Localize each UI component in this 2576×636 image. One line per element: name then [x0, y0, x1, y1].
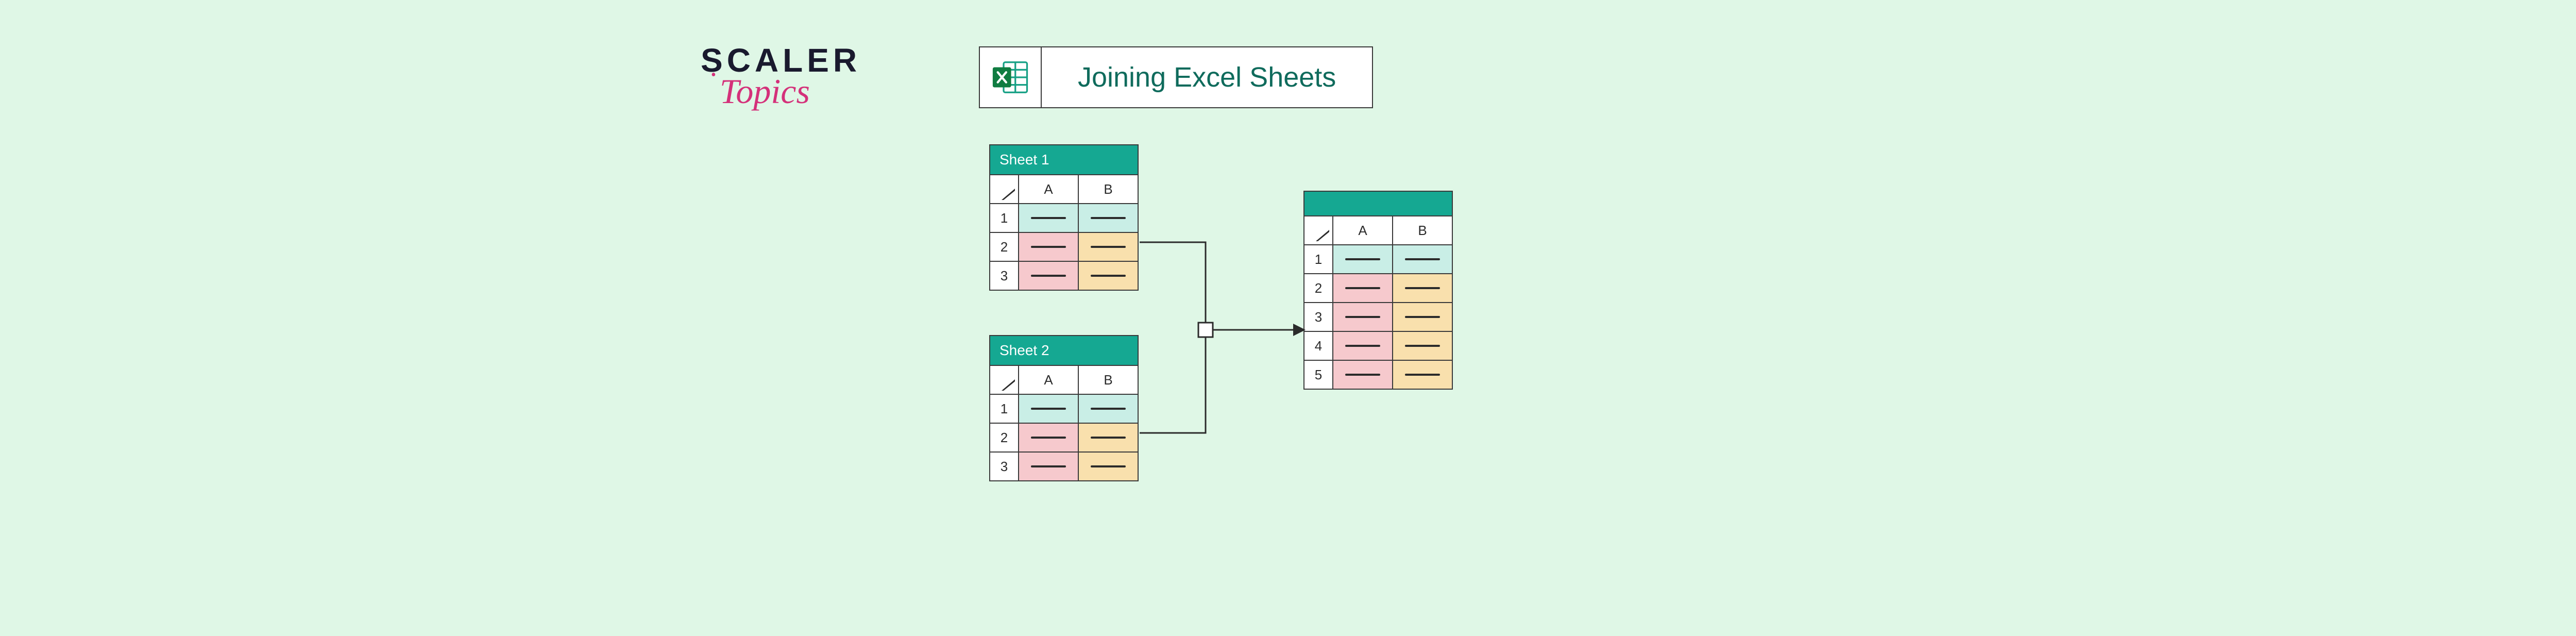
sheet2-col-B: B	[1078, 365, 1138, 394]
input-sheet-1: Sheet 1 AB 123	[989, 144, 1139, 291]
result-r5-A	[1332, 360, 1392, 389]
result-r1-B	[1392, 244, 1452, 273]
scaler-topics-logo: SCALER Topics	[701, 41, 907, 112]
sheet2-rownum-2: 2	[990, 423, 1018, 451]
sheet1-rownum-3: 3	[990, 261, 1018, 290]
corner-cell	[990, 174, 1018, 203]
diagram-title: Joining Excel Sheets	[1042, 47, 1372, 107]
sheet-1-grid: AB 123	[990, 174, 1138, 290]
sheet2-r1-B	[1078, 394, 1138, 423]
result-rownum-4: 4	[1304, 331, 1332, 360]
excel-icon	[980, 47, 1042, 107]
corner-cell	[1304, 215, 1332, 244]
sheet2-rownum-1: 1	[990, 394, 1018, 423]
sheet1-col-A: A	[1018, 174, 1078, 203]
sheet2-r2-A	[1018, 423, 1078, 451]
sheet1-r3-A	[1018, 261, 1078, 290]
sheet-2-title: Sheet 2	[990, 336, 1138, 365]
input-sheet-2: Sheet 2 AB 123	[989, 335, 1139, 481]
sheet2-r3-B	[1078, 451, 1138, 480]
sheet-2-grid: AB 123	[990, 365, 1138, 480]
sheet1-r2-A	[1018, 232, 1078, 261]
output-sheet-header-bar	[1304, 192, 1452, 215]
result-r4-A	[1332, 331, 1392, 360]
sheet1-col-B: B	[1078, 174, 1138, 203]
result-r3-A	[1332, 302, 1392, 331]
sheet2-r3-A	[1018, 451, 1078, 480]
result-rownum-3: 3	[1304, 302, 1332, 331]
result-r5-B	[1392, 360, 1452, 389]
result-rownum-1: 1	[1304, 244, 1332, 273]
corner-cell	[990, 365, 1018, 394]
sheet1-r1-A	[1018, 203, 1078, 232]
sheet2-r1-A	[1018, 394, 1078, 423]
sheet1-rownum-2: 2	[990, 232, 1018, 261]
result-r2-A	[1332, 273, 1392, 302]
output-sheet: AB 12345	[1303, 191, 1453, 390]
sheet2-r2-B	[1078, 423, 1138, 451]
result-r4-B	[1392, 331, 1452, 360]
sheet1-rownum-1: 1	[990, 203, 1018, 232]
diagram-title-box: Joining Excel Sheets	[979, 46, 1373, 108]
sheet1-r2-B	[1078, 232, 1138, 261]
sheet1-r3-B	[1078, 261, 1138, 290]
sheet1-r1-B	[1078, 203, 1138, 232]
result-r2-B	[1392, 273, 1452, 302]
sheet2-col-A: A	[1018, 365, 1078, 394]
result-col-B: B	[1392, 215, 1452, 244]
logo-line-2: Topics	[711, 71, 907, 112]
result-r1-A	[1332, 244, 1392, 273]
result-rownum-2: 2	[1304, 273, 1332, 302]
output-sheet-grid: AB 12345	[1304, 215, 1452, 389]
sheet-1-title: Sheet 1	[990, 145, 1138, 174]
result-col-A: A	[1332, 215, 1392, 244]
result-rownum-5: 5	[1304, 360, 1332, 389]
result-r3-B	[1392, 302, 1452, 331]
sheet2-rownum-3: 3	[990, 451, 1018, 480]
